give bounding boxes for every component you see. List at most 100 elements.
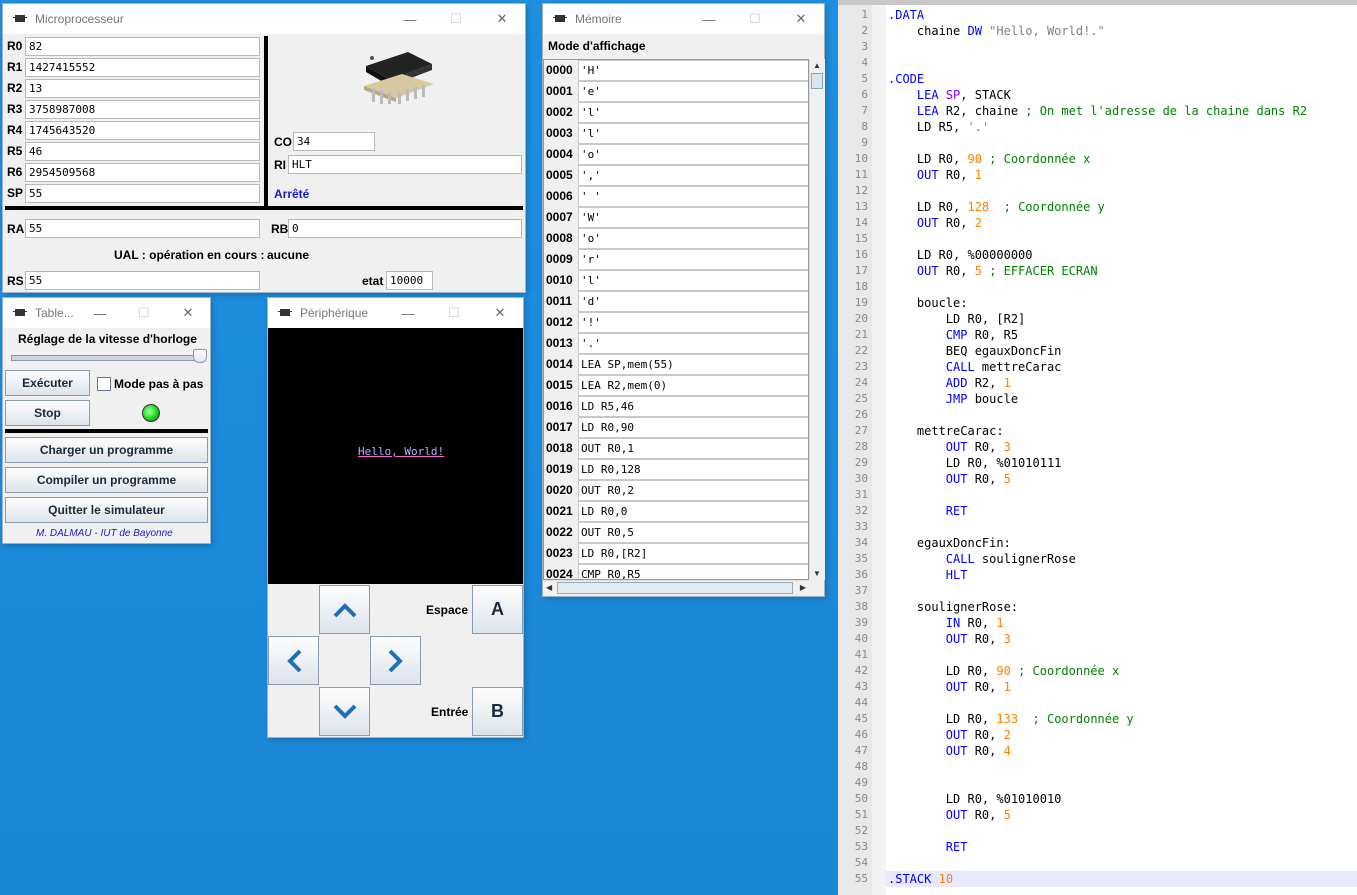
memory-value[interactable]: 'l' xyxy=(578,123,808,144)
memory-row[interactable]: 0007 'W' xyxy=(544,207,808,228)
memory-value[interactable]: ',' xyxy=(578,165,808,186)
code-line[interactable]: 34 egauxDoncFin: xyxy=(838,535,1357,551)
code-line[interactable]: 29 LD R0, %01010111 xyxy=(838,455,1357,471)
ri-field[interactable]: HLT xyxy=(288,155,522,174)
vertical-scrollbar[interactable]: ▲ ▼ xyxy=(809,59,825,580)
code-line[interactable]: 36 HLT xyxy=(838,567,1357,583)
memory-row[interactable]: 0022 OUT R0,5 xyxy=(544,522,808,543)
close-button[interactable]: ✕ xyxy=(479,4,525,34)
code-line[interactable]: 48 xyxy=(838,759,1357,775)
cpu-titlebar[interactable]: Microprocesseur — ☐ ✕ xyxy=(3,4,525,34)
memory-value[interactable]: 'e' xyxy=(578,81,808,102)
code-line[interactable]: 21 CMP R0, R5 xyxy=(838,327,1357,343)
memory-value[interactable]: 'o' xyxy=(578,144,808,165)
code-line[interactable]: 4 xyxy=(838,55,1357,71)
memory-row[interactable]: 0005 ',' xyxy=(544,165,808,186)
code-line[interactable]: 52 xyxy=(838,823,1357,839)
code-line[interactable]: 44 xyxy=(838,695,1357,711)
scroll-left-icon[interactable]: ◀ xyxy=(546,583,552,592)
minimize-button[interactable]: — xyxy=(385,298,431,328)
co-field[interactable]: 34 xyxy=(293,132,375,151)
code-line[interactable]: 6 LEA SP, STACK xyxy=(838,87,1357,103)
memory-row[interactable]: 0024 CMP R0,R5 xyxy=(544,564,808,579)
code-line[interactable]: 24 ADD R2, 1 xyxy=(838,375,1357,391)
code-line[interactable]: 30 OUT R0, 5 xyxy=(838,471,1357,487)
left-arrow-button[interactable] xyxy=(268,636,319,685)
register-field[interactable]: 2954509568 xyxy=(25,163,260,182)
up-arrow-button[interactable] xyxy=(319,585,370,634)
memory-row[interactable]: 0020 OUT R0,2 xyxy=(544,480,808,501)
scroll-down-icon[interactable]: ▼ xyxy=(813,569,821,578)
code-line[interactable]: 13 LD R0, 128 ; Coordonnée y xyxy=(838,199,1357,215)
memory-value[interactable]: 'l' xyxy=(578,102,808,123)
step-mode-label[interactable]: Mode pas à pas xyxy=(114,377,203,391)
code-line[interactable]: 42 LD R0, 90 ; Coordonnée x xyxy=(838,663,1357,679)
minimize-button[interactable]: — xyxy=(686,4,732,34)
code-line[interactable]: 32 RET xyxy=(838,503,1357,519)
maximize-button[interactable]: ☐ xyxy=(431,298,477,328)
code-line[interactable]: 55 .STACK 10 xyxy=(838,871,1357,887)
memory-row[interactable]: 0011 'd' xyxy=(544,291,808,312)
memory-row[interactable]: 0012 '!' xyxy=(544,312,808,333)
a-button[interactable]: A xyxy=(472,585,523,634)
down-arrow-button[interactable] xyxy=(319,687,370,736)
etat-field[interactable]: 10000 xyxy=(386,271,433,290)
maximize-button[interactable]: ☐ xyxy=(433,4,479,34)
memory-value[interactable]: OUT R0,5 xyxy=(578,522,808,543)
code-line[interactable]: 50 LD R0, %01010010 xyxy=(838,791,1357,807)
code-line[interactable]: 31 xyxy=(838,487,1357,503)
peripheral-titlebar[interactable]: Périphérique — ☐ ✕ xyxy=(268,298,523,328)
code-line[interactable]: 23 CALL mettreCarac xyxy=(838,359,1357,375)
memory-row[interactable]: 0010 'l' xyxy=(544,270,808,291)
register-field[interactable]: 13 xyxy=(25,79,260,98)
code-line[interactable]: 40 OUT R0, 3 xyxy=(838,631,1357,647)
register-field[interactable]: 1427415552 xyxy=(25,58,260,77)
code-line[interactable]: 20 LD R0, [R2] xyxy=(838,311,1357,327)
close-button[interactable]: ✕ xyxy=(166,298,210,328)
code-line[interactable]: 38 soulignerRose: xyxy=(838,599,1357,615)
memory-row[interactable]: 0023 LD R0,[R2] xyxy=(544,543,808,564)
memory-value[interactable]: ' ' xyxy=(578,186,808,207)
code-line[interactable]: 22 BEQ egauxDoncFin xyxy=(838,343,1357,359)
code-line[interactable]: 46 OUT R0, 2 xyxy=(838,727,1357,743)
code-line[interactable]: 17 OUT R0, 5 ; EFFACER ECRAN xyxy=(838,263,1357,279)
memory-row[interactable]: 0001 'e' xyxy=(544,81,808,102)
rb-field[interactable]: 0 xyxy=(288,219,522,238)
register-field[interactable]: 1745643520 xyxy=(25,121,260,140)
code-line[interactable]: 14 OUT R0, 2 xyxy=(838,215,1357,231)
memory-row[interactable]: 0016 LD R5,46 xyxy=(544,396,808,417)
close-button[interactable]: ✕ xyxy=(477,298,523,328)
code-line[interactable]: 3 xyxy=(838,39,1357,55)
memory-value[interactable]: 'o' xyxy=(578,228,808,249)
clock-speed-slider[interactable] xyxy=(11,349,207,368)
memory-row[interactable]: 0004 'o' xyxy=(544,144,808,165)
control-titlebar[interactable]: Table... — ☐ ✕ xyxy=(3,298,210,328)
memory-value[interactable]: OUT R0,1 xyxy=(578,438,808,459)
scroll-thumb[interactable] xyxy=(811,73,823,89)
memory-value[interactable]: '.' xyxy=(578,333,808,354)
register-field[interactable]: 82 xyxy=(25,37,260,56)
memory-value[interactable]: CMP R0,R5 xyxy=(578,564,808,579)
quit-simulator-button[interactable]: Quitter le simulateur xyxy=(5,497,208,523)
code-line[interactable]: 11 OUT R0, 1 xyxy=(838,167,1357,183)
right-arrow-button[interactable] xyxy=(370,636,421,685)
code-line[interactable]: 28 OUT R0, 3 xyxy=(838,439,1357,455)
display-mode-label[interactable]: Mode d'affichage xyxy=(548,39,646,53)
code-line[interactable]: 19 boucle: xyxy=(838,295,1357,311)
memory-row[interactable]: 0017 LD R0,90 xyxy=(544,417,808,438)
code-line[interactable]: 43 OUT R0, 1 xyxy=(838,679,1357,695)
stop-button[interactable]: Stop xyxy=(5,400,90,426)
memory-value[interactable]: LD R0,128 xyxy=(578,459,808,480)
memory-row[interactable]: 0000 'H' xyxy=(544,60,808,81)
code-line[interactable]: 35 CALL soulignerRose xyxy=(838,551,1357,567)
memory-value[interactable]: LD R5,46 xyxy=(578,396,808,417)
register-field[interactable]: 3758987008 xyxy=(25,100,260,119)
code-line[interactable]: 51 OUT R0, 5 xyxy=(838,807,1357,823)
memory-value[interactable]: 'd' xyxy=(578,291,808,312)
b-button[interactable]: B xyxy=(472,687,523,736)
code-line[interactable]: 15 xyxy=(838,231,1357,247)
memory-value[interactable]: 'W' xyxy=(578,207,808,228)
horizontal-scrollbar[interactable]: ◀ ▶ xyxy=(543,580,809,596)
code-line[interactable]: 7 LEA R2, chaine ; On met l'adresse de l… xyxy=(838,103,1357,119)
code-line[interactable]: 39 IN R0, 1 xyxy=(838,615,1357,631)
